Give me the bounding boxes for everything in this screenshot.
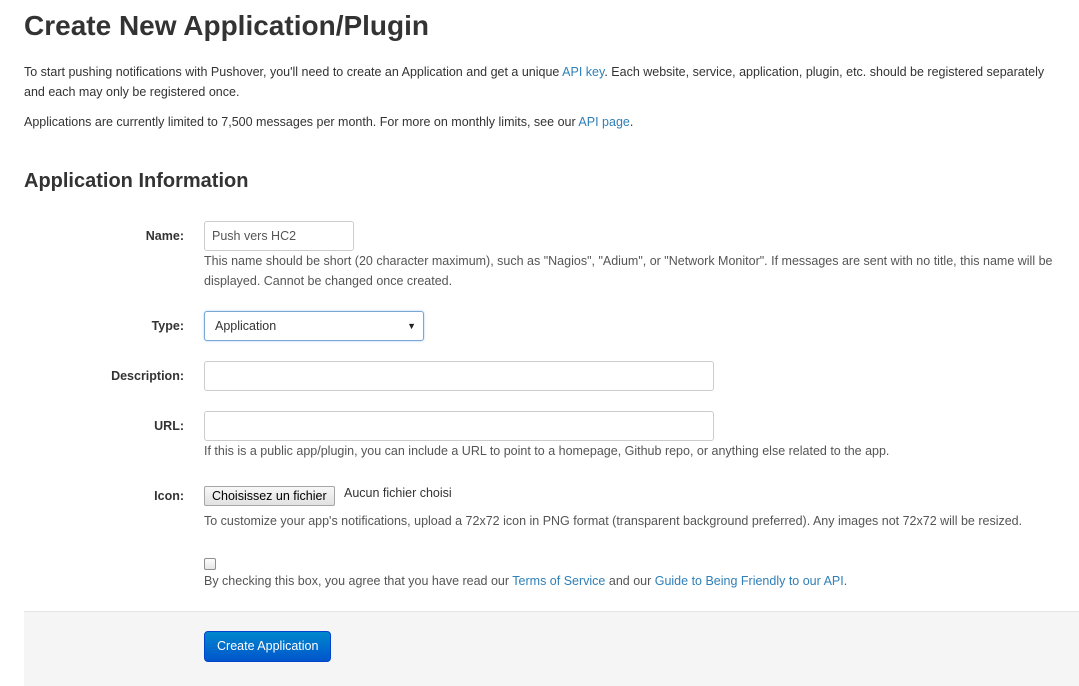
description-input[interactable] xyxy=(204,361,714,391)
form-actions-bar: Create Application xyxy=(24,611,1079,686)
api-key-link[interactable]: API key xyxy=(562,65,604,79)
type-label: Type: xyxy=(151,319,184,333)
agreement-text: By checking this box, you agree that you… xyxy=(204,571,1064,591)
file-status-text: Aucun fichier choisi xyxy=(344,486,452,500)
terms-of-service-link[interactable]: Terms of Service xyxy=(512,574,605,588)
url-label: URL: xyxy=(154,419,184,433)
agreement-checkbox[interactable] xyxy=(204,558,216,570)
api-guide-link[interactable]: Guide to Being Friendly to our API xyxy=(655,574,844,588)
agreement-text-1: By checking this box, you agree that you… xyxy=(204,574,513,588)
url-input[interactable] xyxy=(204,411,714,441)
icon-label: Icon: xyxy=(154,489,184,503)
create-application-button[interactable]: Create Application xyxy=(204,631,332,662)
section-title: Application Information xyxy=(24,170,249,192)
intro-paragraph: To start pushing notifications with Push… xyxy=(24,62,1064,102)
name-label: Name: xyxy=(145,229,184,243)
type-select[interactable]: Application ▼ xyxy=(204,311,424,341)
name-input[interactable]: Push vers HC2 xyxy=(204,221,354,251)
intro-text-1: To start pushing notifications with Push… xyxy=(24,65,563,79)
limits-text-1: Applications are currently limited to 7,… xyxy=(24,115,579,129)
agreement-text-3: . xyxy=(843,574,848,588)
dropdown-arrow-icon: ▼ xyxy=(407,321,416,331)
description-label: Description: xyxy=(111,369,184,383)
choose-file-button[interactable]: Choisissez un fichier xyxy=(204,486,335,506)
create-application-page: Create New Application/Plugin To start p… xyxy=(0,0,1079,686)
page-title: Create New Application/Plugin xyxy=(24,10,430,41)
name-help: This name should be short (20 character … xyxy=(204,254,1053,288)
icon-help: To customize your app's notifications, u… xyxy=(204,514,1023,528)
api-page-link[interactable]: API page xyxy=(578,115,629,129)
url-help: If this is a public app/plugin, you can … xyxy=(204,444,890,458)
type-selected-value: Application xyxy=(215,319,277,333)
limits-paragraph: Applications are currently limited to 7,… xyxy=(24,112,1064,132)
agreement-text-2: and our xyxy=(605,574,655,588)
limits-text-2: . xyxy=(629,115,634,129)
